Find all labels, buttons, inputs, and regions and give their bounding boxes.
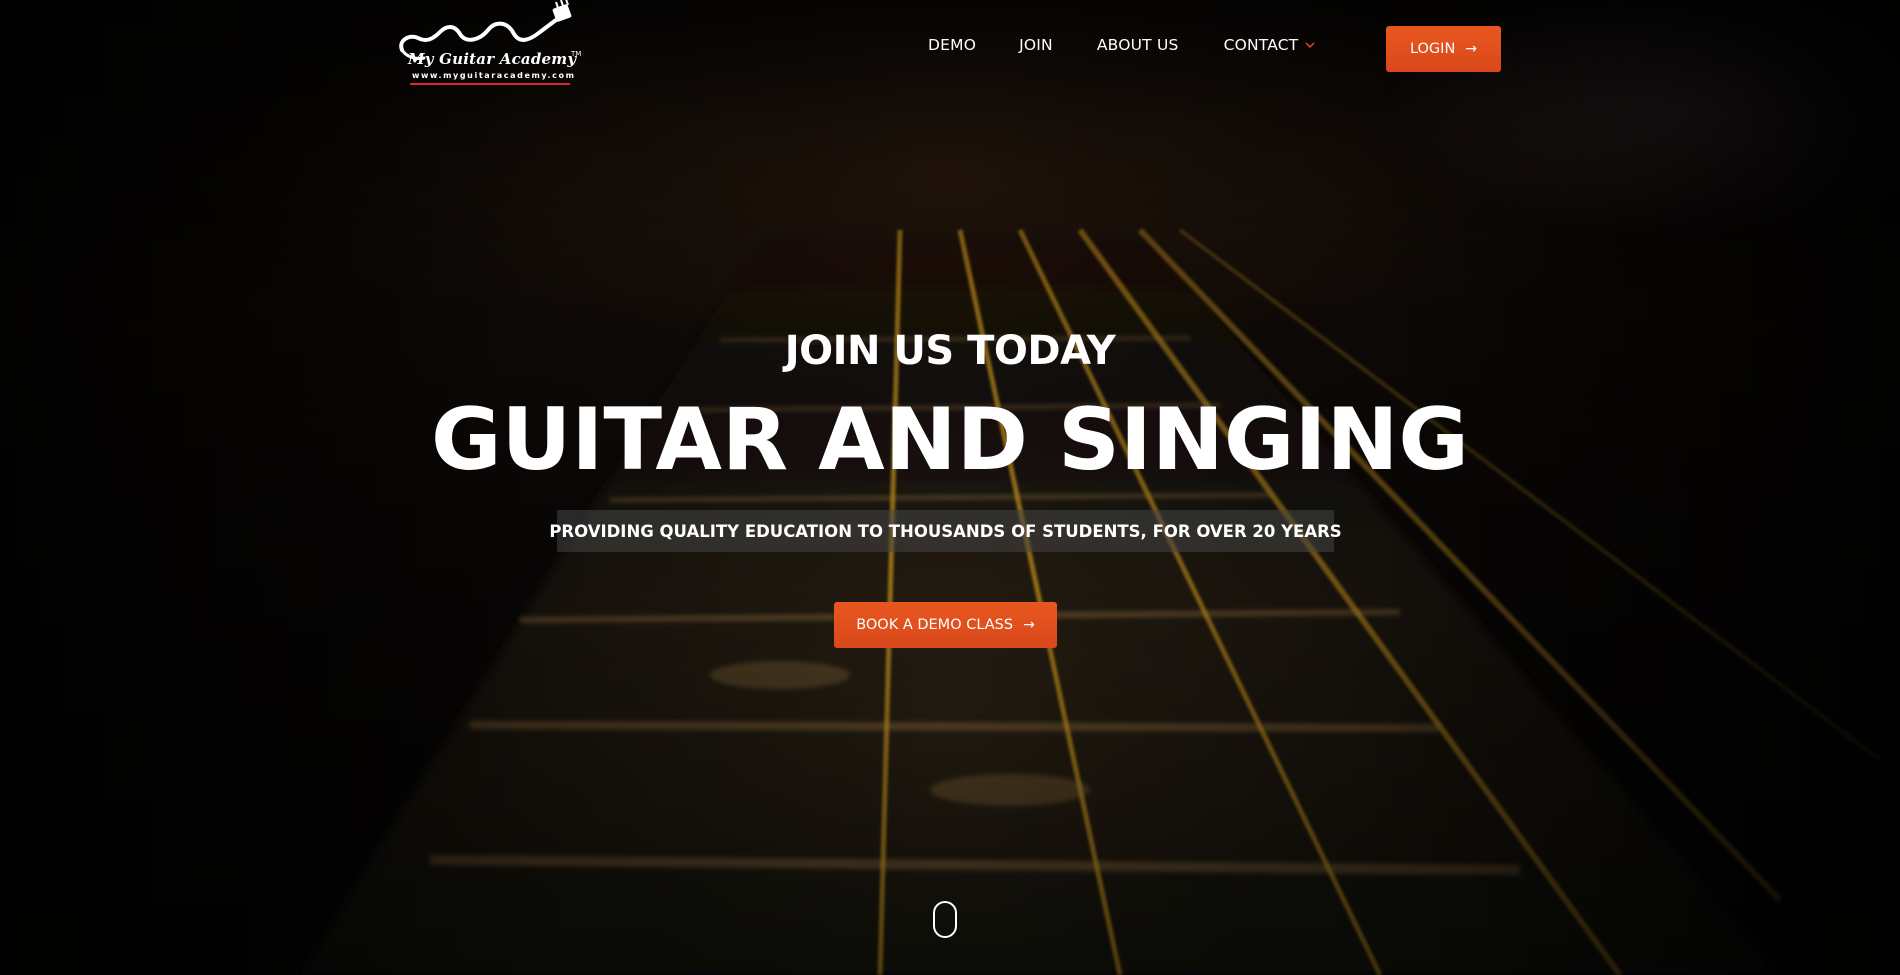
page: My Guitar Academy TM www.myguitaracademy… (0, 0, 1900, 975)
book-demo-button[interactable]: BOOK A DEMO CLASS → (834, 602, 1057, 648)
scroll-mouse-icon[interactable] (933, 901, 957, 938)
book-demo-button-label: BOOK A DEMO CLASS (856, 617, 1014, 633)
hero-section: JOIN US TODAY GUITAR AND SINGING PROVIDI… (0, 0, 1900, 975)
arrow-right-icon: → (1023, 617, 1035, 633)
hero-title: GUITAR AND SINGING (430, 390, 1470, 490)
hero-subtitle: JOIN US TODAY (784, 328, 1116, 374)
hero-tagline: PROVIDING QUALITY EDUCATION TO THOUSANDS… (549, 510, 1342, 552)
